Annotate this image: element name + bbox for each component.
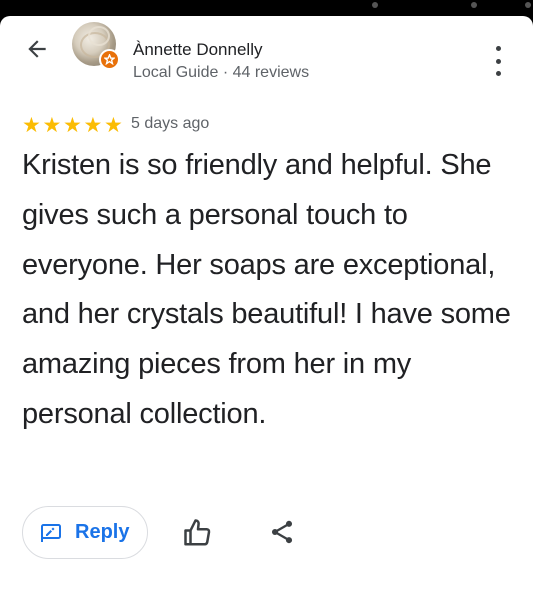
star-icon: ★ — [83, 114, 103, 137]
star-icon: ★ — [63, 114, 82, 137]
like-button[interactable] — [183, 518, 215, 548]
local-guide-star-icon — [99, 49, 120, 70]
share-icon — [271, 520, 293, 544]
star-icon: ★ — [42, 114, 62, 137]
star-icon: ★ — [22, 114, 41, 137]
reply-button[interactable]: Reply — [22, 506, 148, 559]
arrow-back-icon — [28, 40, 46, 58]
review-text: Kristen is so friendly and helpful. She … — [22, 149, 511, 430]
reviewer-avatar[interactable] — [72, 22, 120, 70]
reviewer-name[interactable]: Ànnette Donnelly — [133, 40, 262, 60]
more-options-button[interactable] — [488, 46, 508, 76]
reply-icon — [39, 521, 63, 545]
status-indicator-icon — [525, 2, 531, 8]
more-vertical-icon — [495, 46, 501, 51]
star-icon: ★ — [104, 114, 123, 137]
status-indicator-icon — [372, 2, 378, 8]
thumb-up-icon — [184, 519, 211, 546]
back-button[interactable] — [22, 34, 52, 64]
status-indicator-icon — [471, 2, 477, 8]
reply-label: Reply — [75, 521, 130, 543]
share-button[interactable] — [268, 518, 298, 548]
review-date: 5 days ago — [131, 115, 210, 132]
star-rating: ★ ★ ★ ★ ★ — [22, 114, 125, 137]
reviewer-subtitle: Local Guide · 44 reviews — [133, 64, 310, 81]
